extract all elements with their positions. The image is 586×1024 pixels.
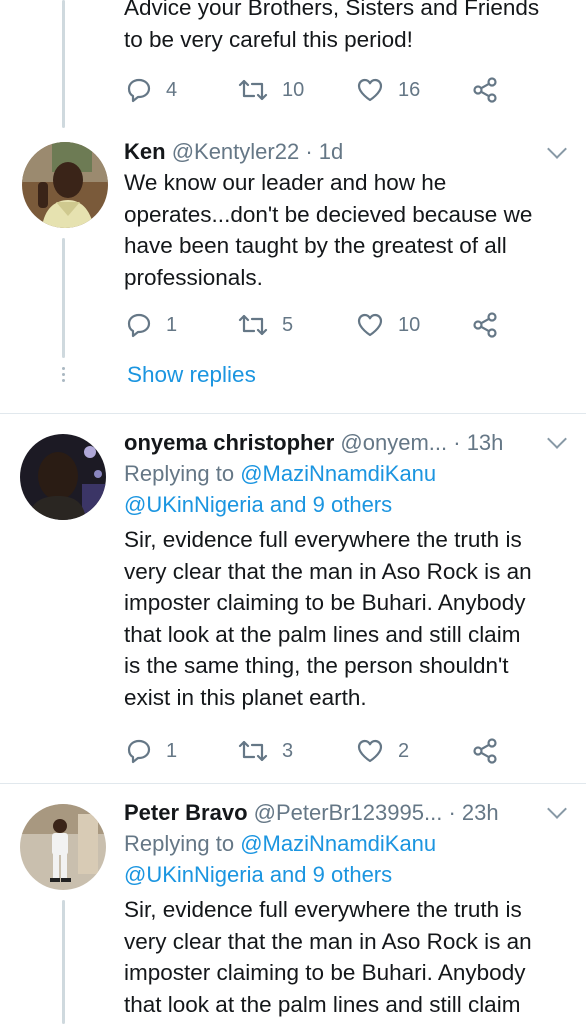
like-button[interactable]: 10	[356, 309, 420, 341]
reply-button[interactable]: 4	[126, 74, 177, 106]
author-handle[interactable]: @PeterBr123995...	[254, 800, 443, 825]
heart-icon	[357, 78, 383, 102]
reply-count: 1	[166, 739, 178, 762]
tweet-time[interactable]: 23h	[462, 800, 499, 825]
replying-to: Replying to @MaziNnamdiKanu	[124, 831, 437, 856]
tweet-3[interactable]: Peter Bravo @PeterBr123995... · 23h Repl…	[0, 784, 586, 1024]
reply-button[interactable]: 1	[126, 735, 177, 767]
tweet-header: Peter Bravo @PeterBr123995... · 23h	[124, 798, 566, 828]
author-name[interactable]: Peter Bravo	[124, 800, 248, 825]
retweet-count: 5	[282, 313, 294, 336]
like-button[interactable]: 2	[356, 735, 409, 767]
share-icon	[473, 77, 497, 103]
tweet-actions: 1 3 2	[126, 735, 526, 767]
author-name[interactable]: Ken	[124, 139, 166, 164]
retweet-button[interactable]: 10	[238, 74, 304, 106]
separator-dot: ·	[305, 139, 313, 164]
tweet-1[interactable]: Ken @Kentyler22 · 1d We know our leader …	[0, 134, 586, 410]
avatar[interactable]	[20, 434, 106, 520]
share-button[interactable]	[471, 735, 499, 767]
tweet-actions: 1 5 10	[126, 309, 526, 341]
share-button[interactable]	[471, 74, 499, 106]
heart-icon	[357, 313, 383, 337]
tweet-header: onyema christopher @onyem... · 13h	[124, 428, 566, 458]
heart-icon	[357, 739, 383, 763]
separator-dot: ·	[448, 800, 456, 825]
mention-link[interactable]: @MaziNnamdiKanu	[240, 461, 436, 486]
author-name[interactable]: onyema christopher	[124, 430, 334, 455]
author-handle[interactable]: @onyem...	[340, 430, 447, 455]
mention-link[interactable]: @MaziNnamdiKanu	[240, 831, 436, 856]
reply-icon	[127, 313, 151, 338]
tweet-2[interactable]: onyema christopher @onyem... · 13h Reply…	[0, 414, 586, 782]
reply-count: 1	[166, 313, 178, 336]
replying-to: Replying to @MaziNnamdiKanu	[124, 461, 437, 486]
like-count: 10	[398, 313, 421, 336]
reply-count: 4	[166, 78, 178, 101]
replying-to-others-link[interactable]: @UKinNigeria and 9 others	[124, 859, 566, 890]
replying-to-others-link[interactable]: @UKinNigeria and 9 others	[124, 489, 566, 520]
share-icon	[473, 312, 497, 338]
tweet-time[interactable]: 1d	[319, 139, 343, 164]
tweet-actions: 4 10 16	[126, 74, 526, 106]
separator-dot: ·	[453, 430, 461, 455]
tweet-text: Sir, evidence full everywhere the truth …	[124, 897, 532, 1017]
show-replies-link[interactable]: Show replies	[127, 362, 256, 388]
reply-icon	[127, 739, 151, 764]
retweet-count: 10	[282, 78, 305, 101]
like-count: 16	[398, 78, 421, 101]
like-count: 2	[398, 739, 410, 762]
retweet-icon	[238, 314, 268, 336]
tweet-0[interactable]: Advice your Brothers, Sisters and Friend…	[0, 0, 586, 118]
share-button[interactable]	[471, 309, 499, 341]
retweet-icon	[238, 740, 268, 762]
author-handle[interactable]: @Kentyler22	[172, 139, 300, 164]
retweet-button[interactable]: 3	[238, 735, 293, 767]
tweet-time[interactable]: 13h	[467, 430, 504, 455]
like-button[interactable]: 16	[356, 74, 420, 106]
reply-button[interactable]: 1	[126, 309, 177, 341]
thread-line	[62, 900, 65, 1024]
retweet-icon	[238, 79, 268, 101]
tweet-header: Ken @Kentyler22 · 1d	[124, 137, 566, 167]
tweet-text: Advice your Brothers, Sisters and Friend…	[124, 0, 540, 52]
avatar[interactable]	[22, 142, 108, 228]
tweet-text: We know our leader and how he operates..…	[124, 170, 533, 290]
share-icon	[473, 738, 497, 764]
reply-icon	[127, 78, 151, 103]
retweet-count: 3	[282, 739, 294, 762]
tweet-text: Sir, evidence full everywhere the truth …	[124, 527, 532, 710]
avatar[interactable]	[20, 804, 106, 890]
retweet-button[interactable]: 5	[238, 309, 293, 341]
